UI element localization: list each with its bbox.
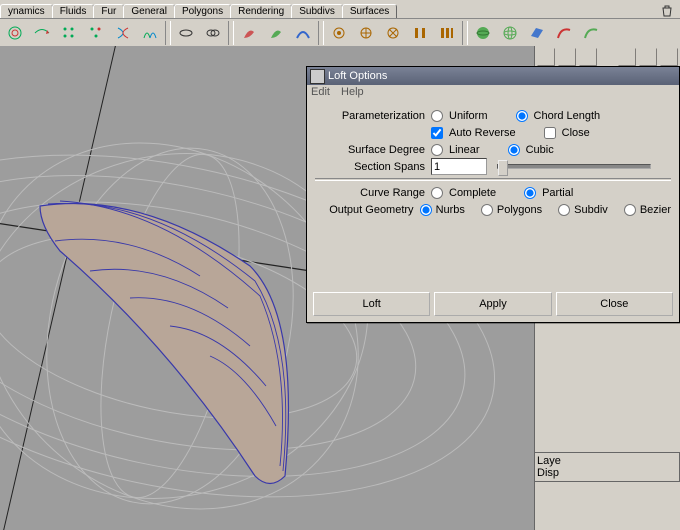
panel-ic3-icon[interactable] bbox=[579, 48, 597, 66]
radio-uniform[interactable] bbox=[431, 110, 443, 122]
radio-nurbs[interactable] bbox=[420, 204, 432, 216]
radio-cubic[interactable] bbox=[508, 144, 520, 156]
radio-chord-length[interactable] bbox=[516, 110, 528, 122]
close-button[interactable]: Close bbox=[556, 292, 673, 316]
loft-options-dialog: Loft Options Edit Help Parameterization … bbox=[306, 66, 680, 323]
spiral-icon[interactable] bbox=[2, 20, 28, 46]
dialog-title: Loft Options bbox=[328, 70, 387, 82]
optlabel-linear: Linear bbox=[449, 144, 480, 156]
radio-partial[interactable] bbox=[524, 187, 536, 199]
radio-linear[interactable] bbox=[431, 144, 443, 156]
tab-surfaces[interactable]: Surfaces bbox=[342, 4, 397, 18]
leaf-red-icon[interactable] bbox=[236, 20, 262, 46]
check-close[interactable] bbox=[544, 127, 556, 139]
dialog-icon bbox=[310, 69, 325, 84]
sphere-wire-icon[interactable] bbox=[497, 20, 523, 46]
dialog-titlebar[interactable]: Loft Options bbox=[307, 67, 679, 85]
sphere-green-icon[interactable] bbox=[470, 20, 496, 46]
arrow-spiral-icon[interactable] bbox=[29, 20, 55, 46]
tab-fluids[interactable]: Fluids bbox=[52, 4, 95, 18]
leaf-green-icon[interactable] bbox=[263, 20, 289, 46]
apply-button[interactable]: Apply bbox=[434, 292, 551, 316]
optlabel-uniform: Uniform bbox=[449, 110, 488, 122]
optlabel-complete: Complete bbox=[449, 187, 496, 199]
ring-icon[interactable] bbox=[173, 20, 199, 46]
radio-subdiv[interactable] bbox=[558, 204, 570, 216]
radio-bezier[interactable] bbox=[624, 204, 636, 216]
label-curve-range: Curve Range bbox=[315, 187, 431, 199]
rings-icon[interactable] bbox=[200, 20, 226, 46]
tab-rendering[interactable]: Rendering bbox=[230, 4, 292, 18]
label-output-geometry: Output Geometry bbox=[315, 204, 420, 216]
twist-icon[interactable] bbox=[110, 20, 136, 46]
optlabel-bezier: Bezier bbox=[640, 204, 671, 216]
loft-button[interactable]: Loft bbox=[313, 292, 430, 316]
optlabel-chord: Chord Length bbox=[534, 110, 601, 122]
optlabel-close: Close bbox=[562, 127, 590, 139]
bars1-icon[interactable] bbox=[407, 20, 433, 46]
input-section-spans[interactable] bbox=[431, 158, 487, 175]
layer-editor[interactable]: Laye Disp bbox=[534, 452, 680, 482]
curve-red-icon[interactable] bbox=[551, 20, 577, 46]
tab-dynamics[interactable]: ynamics bbox=[0, 4, 53, 18]
radio-complete[interactable] bbox=[431, 187, 443, 199]
panel-ic1-icon[interactable] bbox=[537, 48, 555, 66]
layer-tab-label: Laye bbox=[537, 455, 561, 467]
dialog-menubar: Edit Help bbox=[307, 85, 679, 103]
main-tab-row: ynamics Fluids Fur General Polygons Rend… bbox=[0, 0, 680, 19]
panel-ic6-icon[interactable] bbox=[660, 48, 678, 66]
panel-ic4-icon[interactable] bbox=[618, 48, 636, 66]
gear2-icon[interactable] bbox=[353, 20, 379, 46]
tab-general[interactable]: General bbox=[123, 4, 175, 18]
gear3-icon[interactable] bbox=[380, 20, 406, 46]
menu-edit[interactable]: Edit bbox=[311, 86, 330, 98]
optlabel-partial: Partial bbox=[542, 187, 573, 199]
label-surface-degree: Surface Degree bbox=[315, 144, 431, 156]
arc-blue-icon[interactable] bbox=[290, 20, 316, 46]
slider-section-spans[interactable] bbox=[497, 164, 651, 169]
bars2-icon[interactable] bbox=[434, 20, 460, 46]
tab-subdivs[interactable]: Subdivs bbox=[291, 4, 343, 18]
curve-green-icon[interactable] bbox=[578, 20, 604, 46]
plane-blue-icon[interactable] bbox=[524, 20, 550, 46]
optlabel-polygons: Polygons bbox=[497, 204, 542, 216]
dots-red-icon[interactable] bbox=[83, 20, 109, 46]
panel-ic5-icon[interactable] bbox=[639, 48, 657, 66]
trash-icon[interactable] bbox=[660, 4, 674, 18]
label-parameterization: Parameterization bbox=[315, 110, 431, 122]
optlabel-subdiv: Subdiv bbox=[574, 204, 608, 216]
layer-disp-label: Disp bbox=[537, 467, 559, 479]
panel-ic2-icon[interactable] bbox=[558, 48, 576, 66]
mirror-icon[interactable] bbox=[137, 20, 163, 46]
slider-thumb[interactable] bbox=[498, 160, 508, 176]
label-section-spans: Section Spans bbox=[315, 161, 431, 173]
radio-polygons[interactable] bbox=[481, 204, 493, 216]
gear1-icon[interactable] bbox=[326, 20, 352, 46]
optlabel-cubic: Cubic bbox=[526, 144, 554, 156]
tab-fur[interactable]: Fur bbox=[93, 4, 124, 18]
optlabel-nurbs: Nurbs bbox=[436, 204, 465, 216]
shelf-toolbar bbox=[0, 19, 680, 48]
optlabel-autorev: Auto Reverse bbox=[449, 127, 516, 139]
dots-green-icon[interactable] bbox=[56, 20, 82, 46]
tab-polygons[interactable]: Polygons bbox=[174, 4, 231, 18]
menu-help[interactable]: Help bbox=[341, 86, 364, 98]
check-auto-reverse[interactable] bbox=[431, 127, 443, 139]
